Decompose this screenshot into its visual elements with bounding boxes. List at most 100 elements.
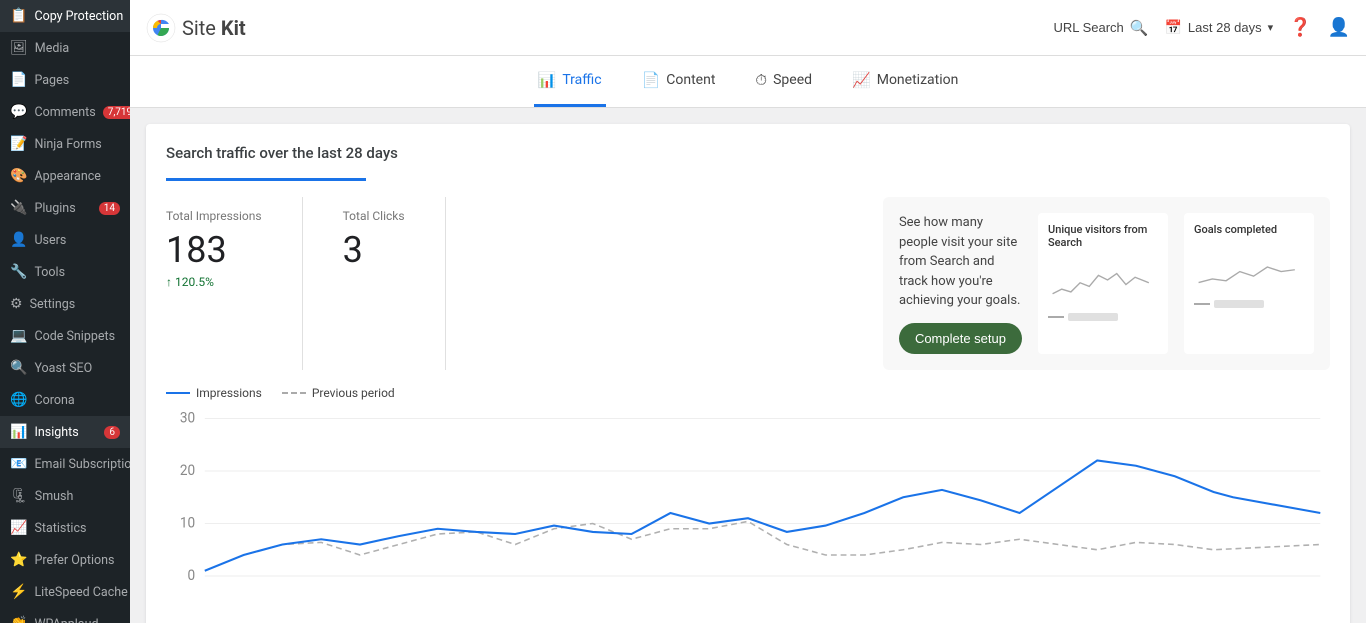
sidebar-label-statistics: Statistics	[34, 521, 86, 536]
ninja-forms-icon: 📝	[10, 136, 27, 152]
tools-icon: 🔧	[10, 264, 27, 280]
tab-underline	[166, 178, 366, 181]
sidebar-item-tools[interactable]: 🔧 Tools	[0, 256, 130, 288]
speed-tab-icon: ⏱	[755, 71, 767, 89]
yoast-seo-icon: 🔍	[10, 360, 27, 376]
sidebar-item-plugins[interactable]: 🔌 Plugins 14	[0, 192, 130, 224]
litespeed-cache-icon: ⚡	[10, 584, 27, 600]
sidebar-label-ninja-forms: Ninja Forms	[34, 137, 101, 152]
content-area: Search traffic over the last 28 days Tot…	[130, 108, 1366, 623]
sidebar-label-copy-protection: Copy Protection	[34, 9, 123, 24]
svg-text:20: 20	[180, 462, 195, 479]
sidebar-label-code-snippets: Code Snippets	[34, 329, 115, 344]
sidebar-label-yoast-seo: Yoast SEO	[34, 361, 92, 376]
legend-previous: Previous period	[282, 386, 395, 400]
users-icon: 👤	[10, 232, 27, 248]
smush-icon: 🗜	[10, 488, 28, 504]
svg-text:0: 0	[187, 567, 195, 584]
sidebar-item-pages[interactable]: 📄 Pages	[0, 64, 130, 96]
sidebar-item-corona[interactable]: 🌐 Corona	[0, 384, 130, 416]
impressions-label: Total Impressions	[166, 209, 262, 223]
plugins-icon: 🔌	[10, 200, 27, 216]
sidebar-item-insights[interactable]: 📊 Insights 6	[0, 416, 130, 448]
sidebar-label-litespeed-cache: LiteSpeed Cache	[34, 585, 127, 600]
sidebar-item-statistics[interactable]: 📈 Statistics	[0, 512, 130, 544]
tabs-bar: 📊 Traffic 📄 Content ⏱ Speed 📈 Monetizati…	[130, 56, 1366, 108]
sidebar-item-users[interactable]: 👤 Users	[0, 224, 130, 256]
insights-badge: 6	[104, 426, 120, 439]
main-area: Site Kit URL Search 🔍 📅 Last 28 days ▾ ❓…	[130, 0, 1366, 623]
complete-setup-button[interactable]: Complete setup	[899, 323, 1022, 354]
sidebar-label-plugins: Plugins	[34, 201, 75, 216]
prefer-options-icon: ⭐	[10, 552, 27, 568]
media-icon: 🖼	[10, 40, 28, 56]
tab-monetization[interactable]: 📈 Monetization	[848, 56, 962, 107]
traffic-card: Search traffic over the last 28 days Tot…	[146, 124, 1350, 623]
tab-content[interactable]: 📄 Content	[638, 56, 720, 107]
corona-icon: 🌐	[10, 392, 27, 408]
sidebar: 📋 Copy Protection 🖼 Media 📄 Pages 💬 Comm…	[0, 0, 130, 623]
sidebar-item-comments[interactable]: 💬 Comments 7,719	[0, 96, 130, 128]
sidebar-label-email-subscription: Email Subscription	[34, 457, 130, 472]
sidebar-label-pages: Pages	[34, 73, 69, 88]
plugins-badge: 14	[99, 202, 120, 215]
total-clicks-box: Total Clicks 3	[343, 197, 446, 370]
sidebar-label-tools: Tools	[34, 265, 65, 280]
sidebar-item-ninja-forms[interactable]: 📝 Ninja Forms	[0, 128, 130, 160]
traffic-tab-icon: 📊	[538, 71, 557, 89]
sidebar-item-prefer-options[interactable]: ⭐ Prefer Options	[0, 544, 130, 576]
unique-visitors-label: Unique visitors from Search	[1048, 223, 1158, 249]
speed-tab-label: Speed	[773, 72, 812, 88]
logo-text: Site Kit	[182, 16, 246, 40]
sidebar-label-insights: Insights	[34, 425, 78, 440]
url-search-button[interactable]: URL Search 🔍	[1053, 19, 1148, 37]
tab-speed[interactable]: ⏱ Speed	[751, 56, 816, 107]
date-picker-button[interactable]: 📅 Last 28 days ▾	[1164, 19, 1273, 36]
topbar-actions: URL Search 🔍 📅 Last 28 days ▾ ❓ 👤	[1053, 17, 1350, 38]
sidebar-item-settings[interactable]: ⚙ Settings	[0, 288, 130, 320]
logo: Site Kit	[146, 13, 246, 43]
sidebar-label-comments: Comments	[34, 105, 95, 120]
statistics-icon: 📈	[10, 520, 27, 536]
sidebar-item-litespeed-cache[interactable]: ⚡ LiteSpeed Cache	[0, 576, 130, 608]
sidebar-label-settings: Settings	[30, 297, 76, 312]
search-icon: 🔍	[1130, 19, 1149, 37]
legend-previous-label: Previous period	[312, 386, 395, 400]
clicks-label: Total Clicks	[343, 209, 405, 223]
unique-visitors-chart-icon	[1048, 255, 1158, 305]
sidebar-item-code-snippets[interactable]: 💻 Code Snippets	[0, 320, 130, 352]
calendar-icon: 📅	[1164, 19, 1181, 36]
sidebar-item-yoast-seo[interactable]: 🔍 Yoast SEO	[0, 352, 130, 384]
mini-chart-1-legend-icon	[1048, 316, 1064, 318]
previous-period-line-icon	[282, 392, 306, 394]
user-avatar[interactable]: 👤	[1328, 17, 1350, 38]
monetization-tab-label: Monetization	[877, 72, 959, 88]
svg-text:10: 10	[180, 515, 195, 532]
legend-impressions-label: Impressions	[196, 386, 262, 400]
tab-traffic[interactable]: 📊 Traffic	[534, 56, 606, 107]
monetization-tab-icon: 📈	[852, 71, 871, 89]
sidebar-item-appearance[interactable]: 🎨 Appearance	[0, 160, 130, 192]
copy-protection-icon: 📋	[10, 8, 27, 24]
wpapplaud-icon: 👏	[10, 616, 27, 623]
sidebar-item-copy-protection[interactable]: 📋 Copy Protection	[0, 0, 130, 32]
sidebar-item-media[interactable]: 🖼 Media	[0, 32, 130, 64]
content-tab-icon: 📄	[642, 71, 661, 89]
goals-completed-label: Goals completed	[1194, 223, 1304, 236]
impressions-value: 183	[166, 229, 262, 271]
info-panel-text: See how many people visit your site from…	[899, 213, 1022, 354]
card-title: Search traffic over the last 28 days	[166, 144, 1330, 162]
info-description: See how many people visit your site from…	[899, 213, 1022, 311]
unique-visitors-mini-chart: Unique visitors from Search	[1038, 213, 1168, 354]
sidebar-label-smush: Smush	[35, 489, 74, 504]
pages-icon: 📄	[10, 72, 27, 88]
settings-icon: ⚙	[10, 296, 23, 312]
sidebar-label-wpapplaud: WPApplaud	[34, 617, 98, 623]
sidebar-item-email-subscription[interactable]: 📧 Email Subscription	[0, 448, 130, 480]
sidebar-item-smush[interactable]: 🗜 Smush	[0, 480, 130, 512]
sidebar-item-wpapplaud[interactable]: 👏 WPApplaud	[0, 608, 130, 623]
insights-icon: 📊	[10, 424, 27, 440]
mini-chart-2-legend-icon	[1194, 303, 1210, 305]
help-icon[interactable]: ❓	[1289, 17, 1311, 38]
stats-area: Total Impressions 183 ↑ 120.5% Total Cli…	[166, 197, 1330, 370]
